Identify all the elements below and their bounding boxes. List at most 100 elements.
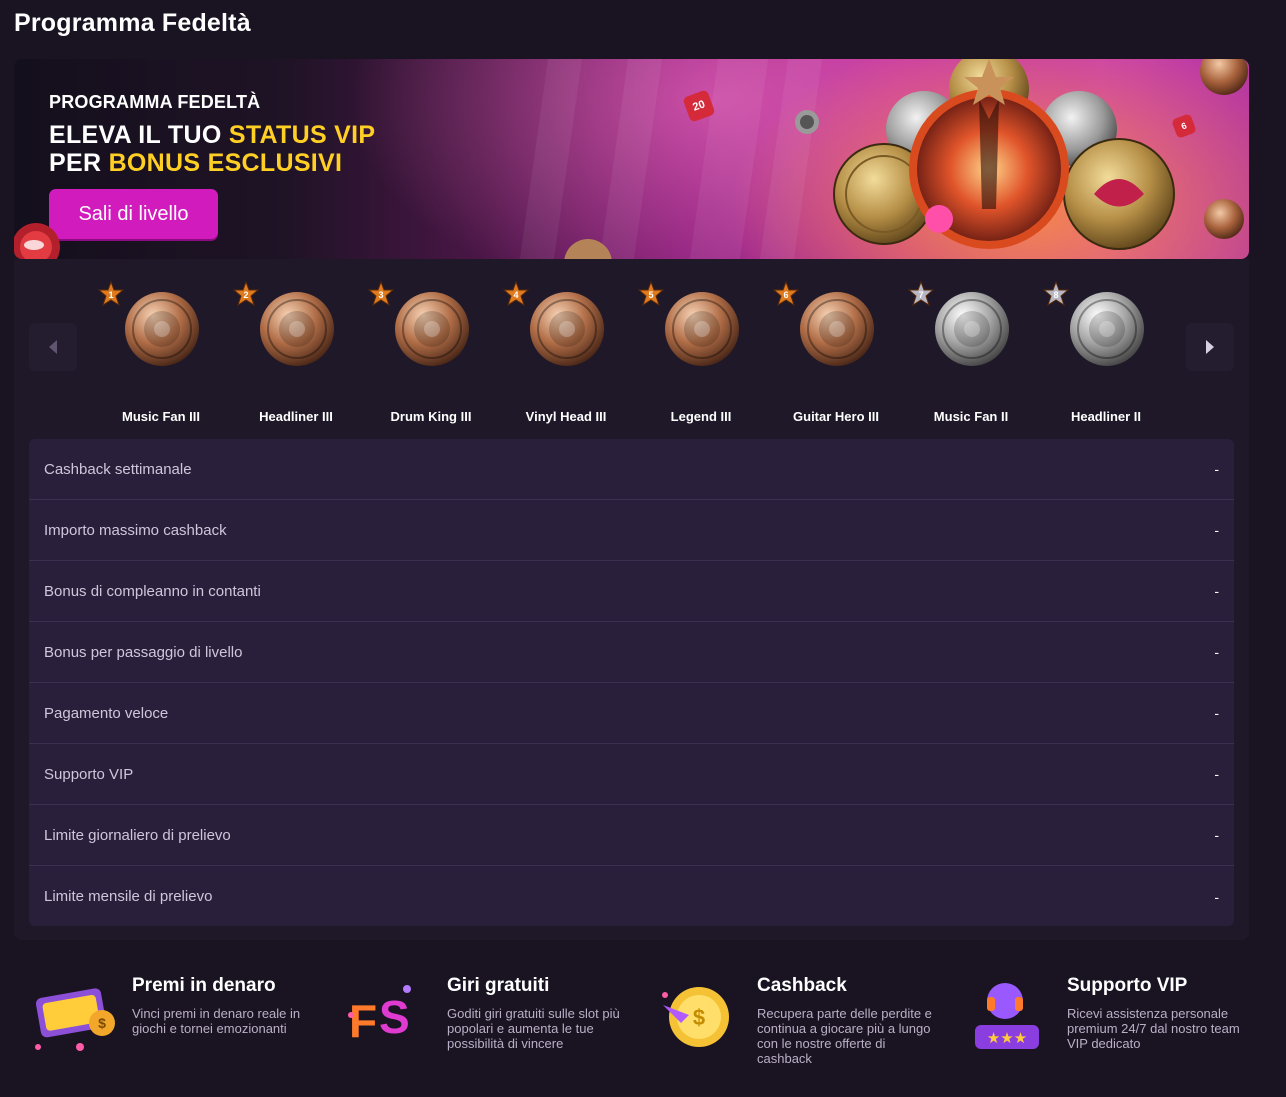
level-star-badge-icon: 4 — [503, 281, 529, 307]
level-name: Headliner II — [1070, 409, 1142, 424]
benefit-row: Importo massimo cashback - — [29, 500, 1234, 561]
benefit-row: Supporto VIP - — [29, 744, 1234, 805]
level-item[interactable]: 8 Headliner II — [1041, 281, 1171, 424]
svg-text:$: $ — [693, 1005, 705, 1030]
feature-card: $ Premi in denaro Vinci premi in denaro re… — [30, 975, 330, 1085]
banner-stripe — [599, 59, 663, 259]
svg-text:★★★: ★★★ — [987, 1029, 1027, 1047]
benefit-row: Limite mensile di prelievo - — [29, 866, 1234, 926]
headline-text: ELEVA IL TUO — [49, 121, 229, 149]
level-number: 8 — [1053, 290, 1058, 300]
vinyl-icon — [530, 292, 604, 366]
rock-hand-icon — [800, 292, 874, 366]
level-name: Guitar Hero III — [793, 409, 879, 424]
level-item[interactable]: 5 Legend III — [636, 281, 766, 424]
feature-card: $ Cashback Recupera parte delle perdite e … — [655, 975, 955, 1085]
microphone-icon — [260, 292, 334, 366]
benefit-label: Supporto VIP — [44, 765, 134, 783]
level-star-badge-icon: 8 — [1043, 281, 1069, 307]
level-star-badge-icon: 1 — [98, 281, 124, 307]
benefit-label: Limite giornaliero di prelievo — [44, 826, 231, 844]
level-up-button[interactable]: Sali di livello — [49, 189, 218, 239]
vip-coins-illustration-icon — [833, 59, 1248, 250]
promo-banner: PROGRAMMA FEDELTÀ ELEVA IL TUO STATUS VI… — [14, 59, 1249, 259]
feature-description: Ricevi assistenza personale premium 24/7… — [1067, 1006, 1240, 1051]
level-number: 1 — [108, 290, 113, 300]
level-item[interactable]: 3 Drum King III — [366, 281, 496, 424]
level-name: Legend III — [670, 409, 732, 424]
benefit-row: Bonus di compleanno in contanti - — [29, 561, 1234, 622]
benefits-table: Cashback settimanale - Importo massimo cas… — [29, 439, 1234, 926]
feature-description: Recupera parte delle perdite e continua … — [757, 1006, 932, 1066]
coin-decoration-icon — [795, 110, 819, 134]
benefit-row: Cashback settimanale - — [29, 439, 1234, 500]
benefit-value: - — [1214, 583, 1219, 599]
benefit-label: Importo massimo cashback — [44, 521, 227, 539]
feature-card: ★★★ Supporto VIP Ricevi assistenza persona… — [965, 975, 1265, 1085]
banner-kicker: PROGRAMMA FEDELTÀ — [49, 92, 261, 112]
level-item[interactable]: 6 Guitar Hero III — [771, 281, 901, 424]
level-number: 7 — [918, 290, 923, 300]
banner-stripe — [689, 59, 769, 259]
benefit-value: - — [1214, 705, 1219, 721]
skull-icon — [665, 292, 739, 366]
benefit-value: - — [1214, 827, 1219, 843]
microphone-icon — [1070, 292, 1144, 366]
benefit-label: Pagamento veloce — [44, 704, 169, 722]
feature-description: Goditi giri gratuiti sulle slot più popo… — [447, 1006, 620, 1051]
level-item[interactable]: 2 Headliner III — [231, 281, 361, 424]
benefit-value: - — [1214, 522, 1219, 538]
carousel-next-button[interactable] — [1186, 323, 1234, 371]
level-item[interactable]: 4 Vinyl Head III — [501, 281, 631, 424]
headline-highlight: BONUS ESCLUSIVI — [108, 149, 343, 177]
vip-support-icon: ★★★ — [975, 983, 1039, 1049]
banner-stripe — [759, 59, 823, 259]
benefit-row: Pagamento veloce - — [29, 683, 1234, 744]
benefit-label: Limite mensile di prelievo — [44, 888, 213, 905]
level-number: 3 — [378, 290, 383, 300]
level-number: 4 — [513, 290, 518, 300]
level-name: Drum King III — [390, 409, 472, 424]
cashback-coin-icon: $ — [662, 987, 729, 1047]
coin-decoration-icon — [564, 239, 612, 259]
level-star-badge-icon: 2 — [233, 281, 259, 307]
level-name: Music Fan III — [121, 409, 200, 424]
chevron-right-icon — [1206, 340, 1214, 354]
level-star-badge-icon: 7 — [908, 281, 934, 307]
page-title: Programma Fedeltà — [14, 9, 251, 37]
benefit-label: Bonus per passaggio di livello — [44, 643, 243, 661]
level-number: 5 — [648, 290, 653, 300]
svg-text:S: S — [379, 991, 410, 1043]
levels-panel: 1 Music Fan III 2 Headliner III 3 Drum King I… — [14, 259, 1249, 940]
svg-text:F: F — [349, 995, 377, 1047]
headline-text: PER — [49, 149, 109, 177]
drum-icon — [395, 292, 469, 366]
benefit-value: - — [1214, 644, 1219, 660]
cash-icon: $ — [35, 988, 115, 1051]
level-number: 2 — [243, 290, 248, 300]
feature-description: Vinci premi in denaro reale in giochi e … — [132, 1006, 301, 1036]
feature-card: F S Giri gratuiti Goditi giri gratuiti sull… — [345, 975, 645, 1085]
feature-title: Premi in denaro — [132, 975, 276, 996]
svg-text:$: $ — [98, 1015, 106, 1031]
benefit-label: Cashback settimanale — [44, 460, 192, 478]
benefit-value: - — [1214, 888, 1219, 905]
level-item[interactable]: 7 Music Fan II — [906, 281, 1036, 424]
benefit-row: Bonus per passaggio di livello - — [29, 622, 1234, 683]
microphone-decoration-icon — [14, 223, 60, 259]
banner-stripe — [519, 59, 583, 259]
feature-title: Supporto VIP — [1067, 975, 1188, 996]
banner-headline: ELEVA IL TUO STATUS VIP PER BONUS ESCLUS… — [49, 121, 375, 177]
level-star-badge-icon: 3 — [368, 281, 394, 307]
free-spins-icon: FS — [348, 985, 411, 1047]
benefit-value: - — [1214, 766, 1219, 782]
crossed-guitars-icon — [125, 292, 199, 366]
feature-title: Cashback — [757, 975, 847, 996]
crossed-guitars-icon — [935, 292, 1009, 366]
level-star-badge-icon: 5 — [638, 281, 664, 307]
level-name: Vinyl Head III — [525, 409, 607, 424]
chevron-left-icon — [49, 340, 57, 354]
level-number: 6 — [783, 290, 788, 300]
carousel-prev-button[interactable] — [29, 323, 77, 371]
level-item[interactable]: 1 Music Fan III — [96, 281, 226, 424]
